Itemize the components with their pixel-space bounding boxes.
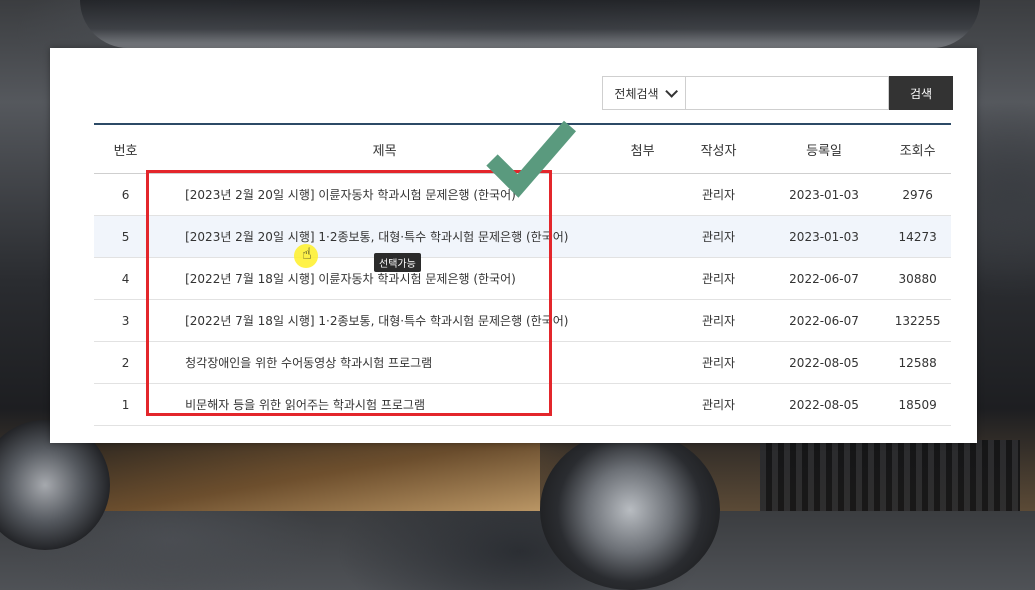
table-row: 5 [2023년 2월 20일 시행] 1·2종보통, 대형·특수 학과시험 문… — [94, 215, 951, 258]
background-grille — [760, 440, 1020, 511]
cell-views: 132255 — [884, 299, 951, 342]
header-no: 번호 — [94, 124, 158, 174]
search-input[interactable] — [686, 76, 889, 110]
post-title-link[interactable]: [2023년 2월 20일 시행] 이륜자동차 학과시험 문제은행 (한국어) — [157, 173, 613, 216]
post-title-link[interactable]: [2023년 2월 20일 시행] 1·2종보통, 대형·특수 학과시험 문제은… — [157, 215, 613, 258]
cell-attachment — [612, 383, 674, 426]
cell-views: 14273 — [884, 215, 951, 258]
table-row: 4 [2022년 7월 18일 시행] 이륜자동차 학과시험 문제은행 (한국어… — [94, 257, 951, 300]
cell-attachment — [612, 341, 674, 384]
background-wheel — [540, 430, 720, 590]
cell-author: 관리자 — [673, 383, 764, 426]
board-panel: 전체검색 검색 번호 제목 첨부 작성자 등록일 조회수 6 [2023년 2월… — [50, 48, 977, 443]
post-title-link[interactable]: [2022년 7월 18일 시행] 1·2종보통, 대형·특수 학과시험 문제은… — [157, 299, 613, 342]
cell-author: 관리자 — [673, 173, 764, 216]
header-title: 제목 — [157, 124, 613, 174]
table-row: 3 [2022년 7월 18일 시행] 1·2종보통, 대형·특수 학과시험 문… — [94, 299, 951, 342]
cell-attachment — [612, 173, 674, 216]
cell-author: 관리자 — [673, 257, 764, 300]
cell-attachment — [612, 215, 674, 258]
cell-date: 2022-06-07 — [763, 257, 885, 300]
cell-author: 관리자 — [673, 215, 764, 258]
board-table: 번호 제목 첨부 작성자 등록일 조회수 6 [2023년 2월 20일 시행]… — [94, 123, 951, 426]
table-row: 2 청각장애인을 위한 수어동영상 학과시험 프로그램 관리자 2022-08-… — [94, 341, 951, 384]
cell-no: 1 — [94, 383, 158, 426]
cell-views: 30880 — [884, 257, 951, 300]
cell-attachment — [612, 257, 674, 300]
cell-no: 6 — [94, 173, 158, 216]
post-title-link[interactable]: 비문해자 등을 위한 읽어주는 학과시험 프로그램 — [157, 383, 613, 426]
cell-views: 12588 — [884, 341, 951, 384]
cell-no: 4 — [94, 257, 158, 300]
search-button[interactable]: 검색 — [889, 76, 953, 110]
cell-author: 관리자 — [673, 341, 764, 384]
search-scope-select[interactable]: 전체검색 — [602, 76, 686, 110]
cell-views: 2976 — [884, 173, 951, 216]
search-bar: 전체검색 검색 — [602, 76, 953, 110]
search-scope-label: 전체검색 — [614, 86, 659, 101]
cell-attachment — [612, 299, 674, 342]
background-car-roof — [80, 0, 980, 48]
cell-views: 18509 — [884, 383, 951, 426]
header-views: 조회수 — [884, 124, 951, 174]
cell-date: 2023-01-03 — [763, 173, 885, 216]
cell-no: 5 — [94, 215, 158, 258]
chevron-down-icon — [664, 84, 678, 98]
cell-date: 2023-01-03 — [763, 215, 885, 258]
table-row: 6 [2023년 2월 20일 시행] 이륜자동차 학과시험 문제은행 (한국어… — [94, 173, 951, 216]
post-title-link[interactable]: 청각장애인을 위한 수어동영상 학과시험 프로그램 — [157, 341, 613, 384]
cell-date: 2022-06-07 — [763, 299, 885, 342]
tooltip: 선택가능 — [374, 253, 421, 272]
hand-cursor-icon: ☝ — [302, 244, 312, 263]
table-row: 1 비문해자 등을 위한 읽어주는 학과시험 프로그램 관리자 2022-08-… — [94, 383, 951, 426]
header-date: 등록일 — [763, 124, 885, 174]
cell-no: 3 — [94, 299, 158, 342]
table-header-row: 번호 제목 첨부 작성자 등록일 조회수 — [94, 124, 951, 174]
cell-date: 2022-08-05 — [763, 383, 885, 426]
cell-no: 2 — [94, 341, 158, 384]
header-author: 작성자 — [673, 124, 764, 174]
cell-date: 2022-08-05 — [763, 341, 885, 384]
cell-author: 관리자 — [673, 299, 764, 342]
header-attachment: 첨부 — [612, 124, 674, 174]
